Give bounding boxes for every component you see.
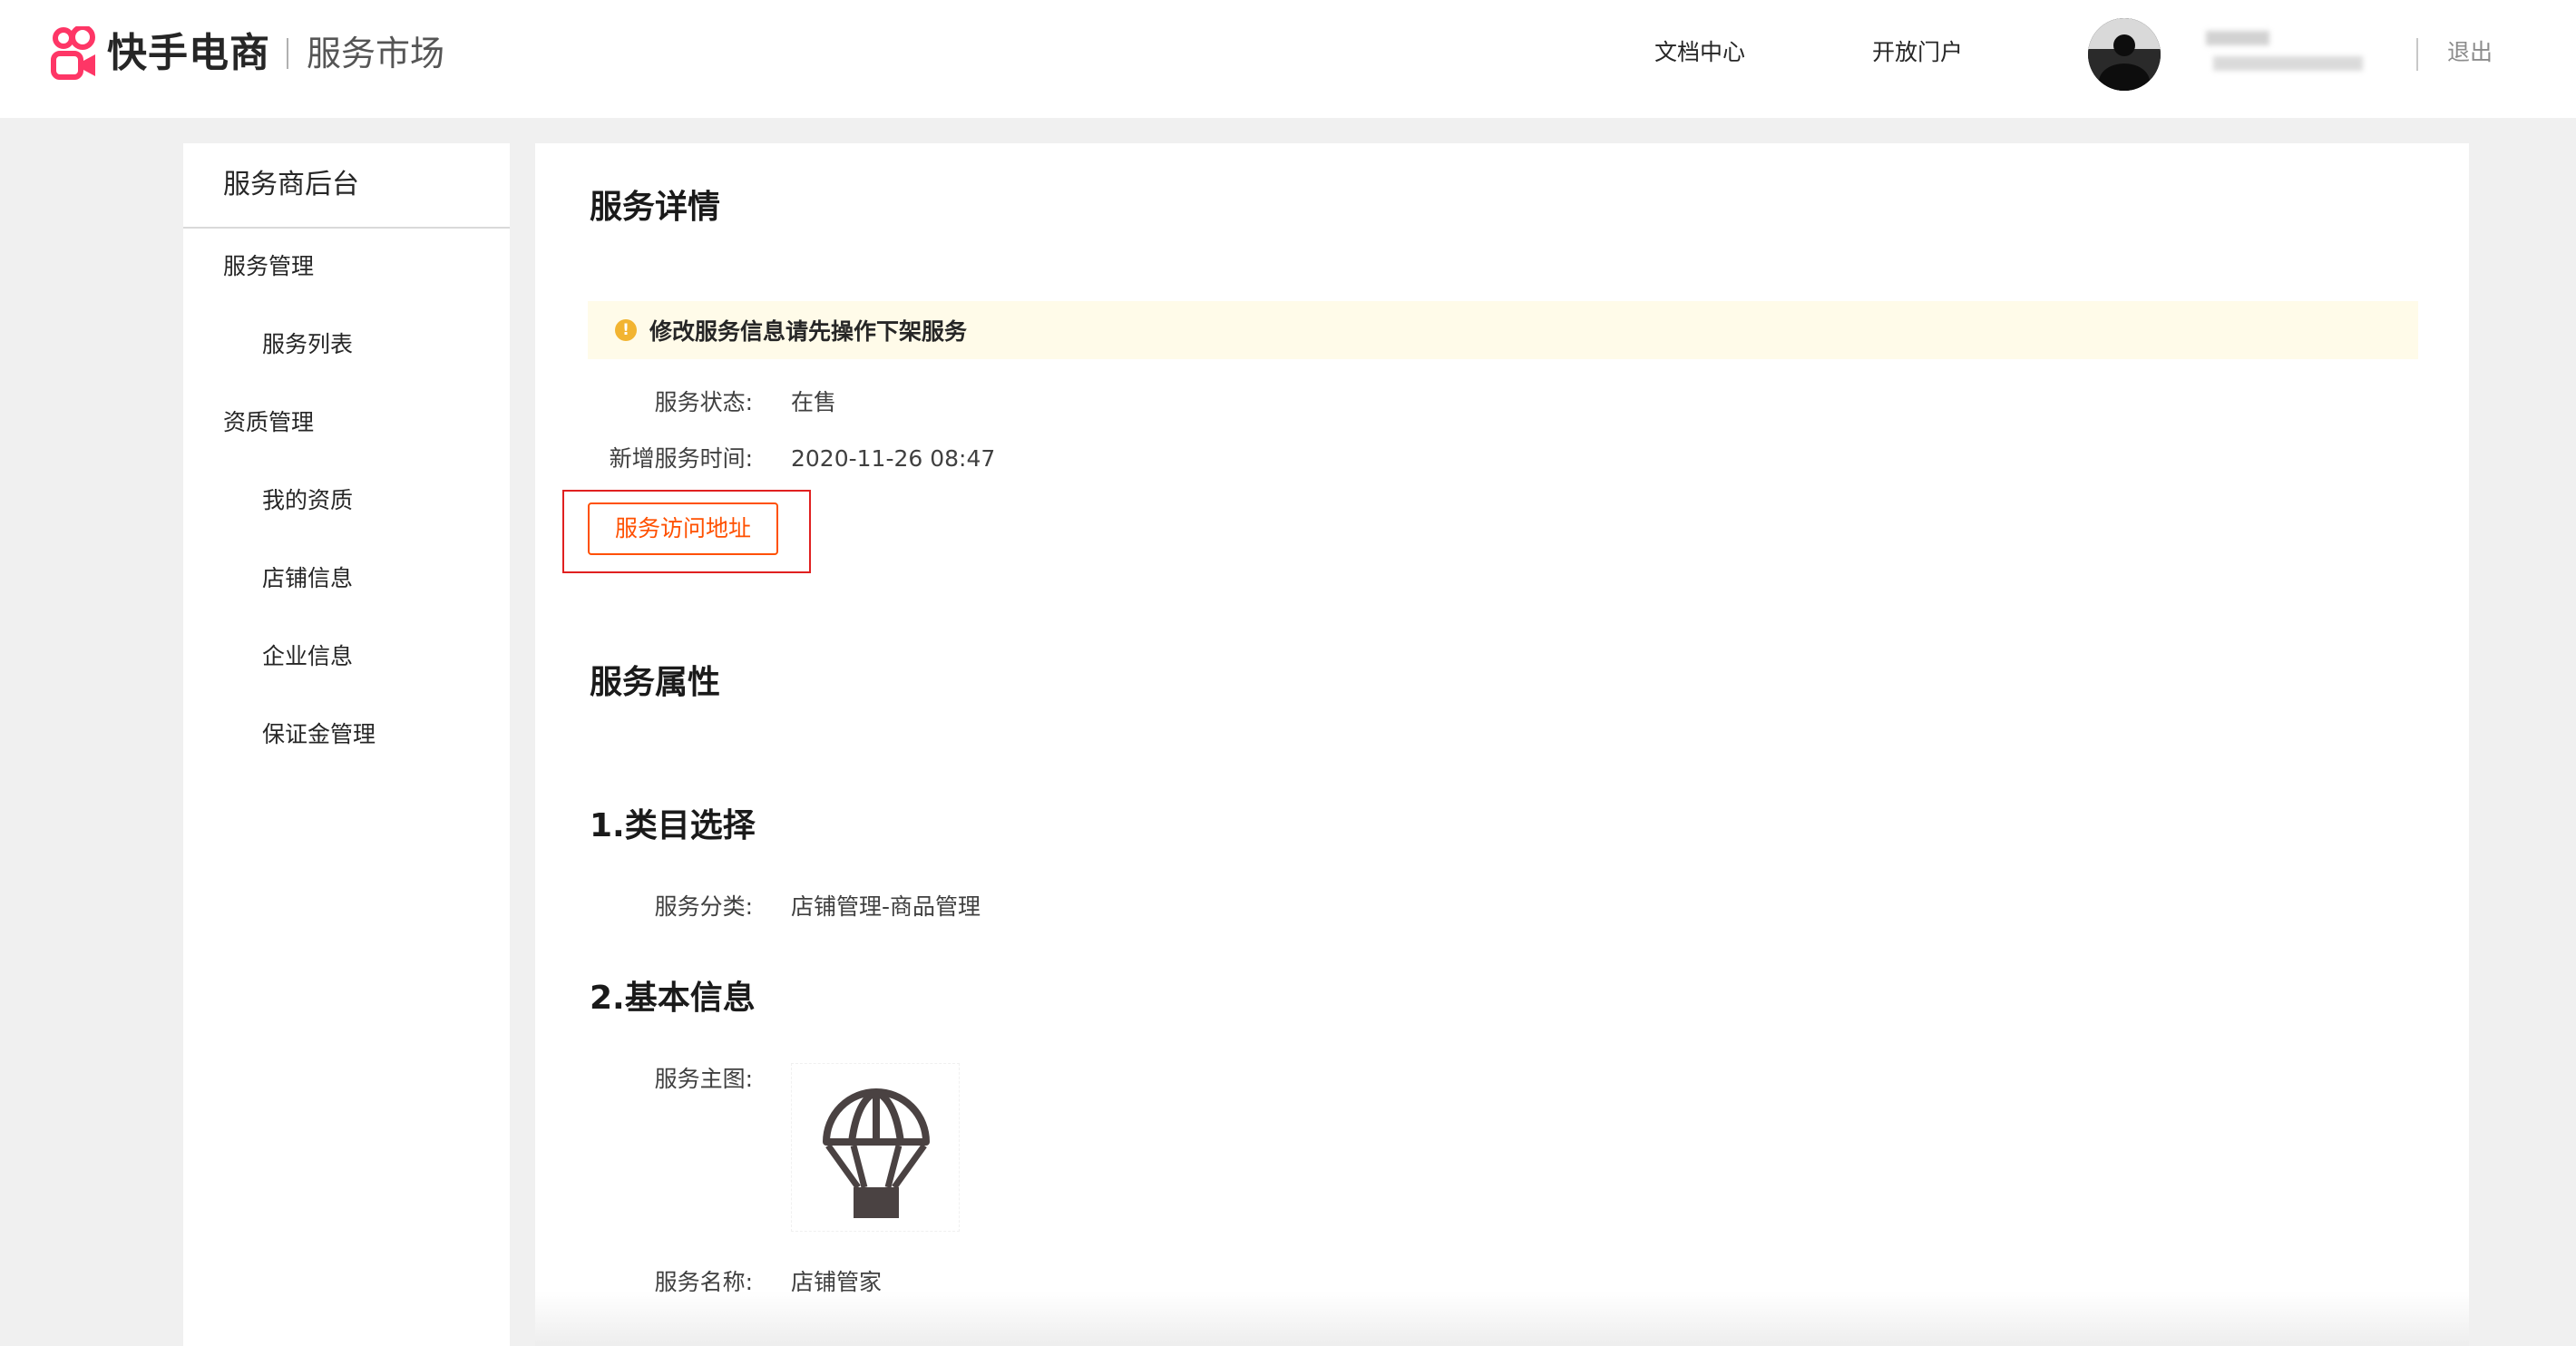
- created-time-value: 2020-11-26 08:47: [791, 445, 996, 472]
- user-avatar[interactable]: [2088, 18, 2161, 91]
- main-image-label: 服务主图:: [654, 1066, 753, 1092]
- kuaishou-logo-icon: [51, 26, 98, 81]
- sidebar: 服务商后台 服务管理 服务列表 资质管理 我的资质 店铺信息 企业信息 保证金管…: [183, 143, 510, 1346]
- sidebar-item-deposit-management[interactable]: 保证金管理: [262, 717, 376, 753]
- service-detail-title: 服务详情: [590, 189, 721, 226]
- created-time-label: 新增服务时间:: [609, 445, 753, 472]
- nav-portal-link[interactable]: 开放门户: [1872, 34, 1963, 71]
- parachute-icon: [823, 1088, 930, 1218]
- sidebar-item-service-list[interactable]: 服务列表: [262, 327, 353, 363]
- nav-docs-link[interactable]: 文档中心: [1654, 34, 1745, 71]
- status-value: 在售: [791, 389, 837, 415]
- status-label: 服务状态:: [654, 389, 753, 415]
- warning-icon: !: [615, 319, 637, 341]
- service-main-image: [791, 1063, 960, 1232]
- category-section-title: 1.类目选择: [590, 807, 756, 844]
- logo-divider: [287, 38, 288, 69]
- market-name: 服务市场: [307, 34, 445, 73]
- username-redacted: [2206, 31, 2269, 45]
- basic-info-section-title: 2.基本信息: [590, 980, 756, 1017]
- category-label: 服务分类:: [654, 893, 753, 920]
- sidebar-group-service-management[interactable]: 服务管理: [223, 249, 314, 285]
- sidebar-group-qualification-management[interactable]: 资质管理: [223, 405, 314, 441]
- sidebar-item-store-info[interactable]: 店铺信息: [262, 561, 353, 597]
- user-id-redacted: [2213, 56, 2363, 71]
- sidebar-item-my-qualification[interactable]: 我的资质: [262, 483, 353, 519]
- top-header: 快手电商 服务市场 文档中心 开放门户 退出: [0, 0, 2576, 118]
- service-attributes-title: 服务属性: [590, 664, 721, 701]
- notice-text: 修改服务信息请先操作下架服务: [649, 318, 968, 345]
- logout-link[interactable]: 退出: [2447, 34, 2493, 71]
- sidebar-item-company-info[interactable]: 企业信息: [262, 639, 353, 675]
- notice-banner: ! 修改服务信息请先操作下架服务: [588, 301, 2418, 359]
- kuaishou-logo[interactable]: 快手电商 服务市场: [51, 25, 444, 82]
- bottom-fade: [535, 1292, 2469, 1346]
- service-detail-panel: 服务详情 ! 修改服务信息请先操作下架服务 服务状态: 在售 新增服务时间: 2…: [535, 143, 2469, 1346]
- header-divider: [2416, 38, 2418, 71]
- sidebar-title: 服务商后台: [183, 143, 510, 229]
- service-access-url-button[interactable]: 服务访问地址: [588, 502, 778, 555]
- category-value: 店铺管理-商品管理: [791, 893, 981, 920]
- brand-name: 快手电商: [107, 30, 270, 76]
